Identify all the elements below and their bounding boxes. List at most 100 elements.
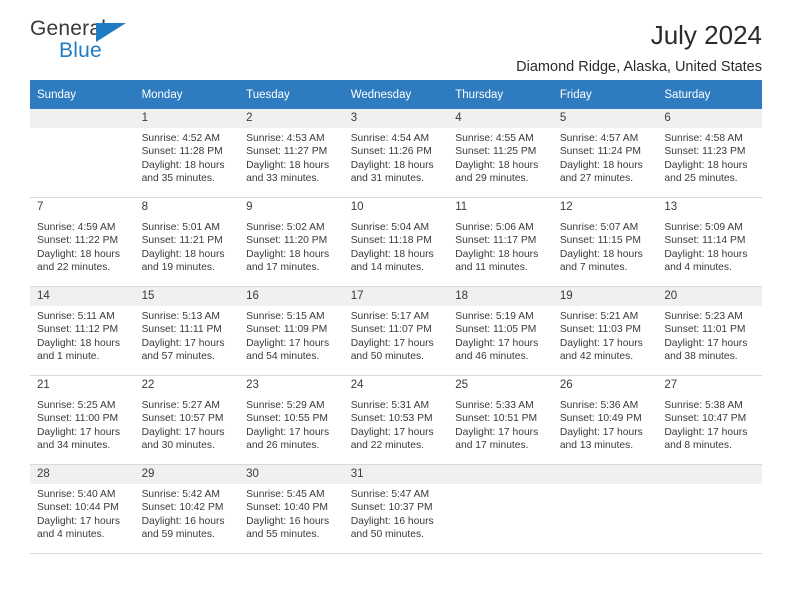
day-detail: Sunrise: 5:07 AM Sunset: 11:15 PM Daylig… [552,217,658,275]
daylight-text-line1: Daylight: 17 hours [664,337,748,349]
day-number: 2 [239,109,344,128]
day-cell[interactable]: 17 Sunrise: 5:17 AM Sunset: 11:07 PM Day… [343,286,449,376]
day-cell[interactable]: 30 Sunrise: 5:45 AM Sunset: 10:40 PM Day… [239,464,344,554]
day-number: 24 [343,376,449,395]
day-number: 1 [134,109,240,128]
day-detail: Sunrise: 5:11 AM Sunset: 11:12 PM Daylig… [30,306,135,363]
day-cell[interactable]: 8 Sunrise: 5:01 AM Sunset: 11:21 PM Dayl… [134,197,240,287]
sunset-text: Sunset: 10:40 PM [246,502,328,514]
daylight-text-line2: and 22 minutes. [350,439,424,451]
day-cell[interactable]: 2 Sunrise: 4:53 AM Sunset: 11:27 PM Dayl… [239,109,344,198]
weekday-header-tuesday: Tuesday [239,80,344,109]
day-cell[interactable]: 1 Sunrise: 4:52 AM Sunset: 11:28 PM Dayl… [134,109,240,198]
day-cell[interactable]: 14 Sunrise: 5:11 AM Sunset: 11:12 PM Day… [30,286,135,376]
day-cell[interactable]: 28 Sunrise: 5:40 AM Sunset: 10:44 PM Day… [30,464,135,554]
day-cell[interactable]: 21 Sunrise: 5:25 AM Sunset: 11:00 PM Day… [30,375,135,465]
day-cell[interactable] [552,464,658,554]
day-detail: Sunrise: 5:06 AM Sunset: 11:17 PM Daylig… [448,217,553,275]
day-detail: Sunrise: 5:09 AM Sunset: 11:14 PM Daylig… [657,217,762,275]
sunrise-text: Sunrise: 4:59 AM [37,222,116,233]
day-number: 4 [448,109,553,128]
weekday-header-friday: Friday [552,80,658,109]
day-cell[interactable]: 31 Sunrise: 5:47 AM Sunset: 10:37 PM Day… [343,464,449,554]
sunrise-text: Sunrise: 5:38 AM [664,400,743,411]
daylight-text-line1: Daylight: 17 hours [37,426,120,438]
day-number: 28 [30,465,135,484]
day-cell[interactable] [657,464,762,554]
calendar-page: General Blue July 2024 Diamond Ridge, Al… [0,0,792,612]
calendar-week-row: 7 Sunrise: 4:59 AM Sunset: 11:22 PM Dayl… [30,197,762,287]
daylight-text-line2: and 13 minutes. [559,439,634,451]
day-cell[interactable]: 27 Sunrise: 5:38 AM Sunset: 10:47 PM Day… [657,375,762,465]
calendar-week-row: 28 Sunrise: 5:40 AM Sunset: 10:44 PM Day… [30,464,762,554]
daylight-text-line1: Daylight: 16 hours [246,515,330,527]
daylight-text-line2: and 4 minutes. [37,528,105,540]
sunset-text: Sunset: 10:42 PM [141,502,224,514]
day-detail: Sunrise: 5:13 AM Sunset: 11:11 PM Daylig… [135,306,240,363]
day-cell[interactable]: 3 Sunrise: 4:54 AM Sunset: 11:26 PM Dayl… [343,109,449,198]
sunset-text: Sunset: 11:23 PM [664,146,746,158]
sunrise-text: Sunrise: 4:55 AM [455,133,534,144]
day-cell[interactable]: 24 Sunrise: 5:31 AM Sunset: 10:53 PM Day… [343,375,449,465]
day-cell[interactable]: 18 Sunrise: 5:19 AM Sunset: 11:05 PM Day… [448,286,553,376]
day-cell[interactable] [448,464,553,554]
day-cell[interactable]: 12 Sunrise: 5:07 AM Sunset: 11:15 PM Day… [552,197,658,287]
general-blue-logo: General Blue [30,18,140,66]
daylight-text-line1: Daylight: 17 hours [350,337,434,349]
day-cell[interactable]: 25 Sunrise: 5:33 AM Sunset: 10:51 PM Day… [448,375,553,465]
day-cell[interactable]: 6 Sunrise: 4:58 AM Sunset: 11:23 PM Dayl… [657,109,762,198]
sunset-text: Sunset: 11:17 PM [455,235,537,247]
daylight-text-line2: and 29 minutes. [455,172,529,184]
daylight-text-line1: Daylight: 17 hours [350,426,434,438]
calendar-body: 1 Sunrise: 4:52 AM Sunset: 11:28 PM Dayl… [30,109,762,554]
sunset-text: Sunset: 10:55 PM [246,413,328,425]
sunset-text: Sunset: 11:18 PM [350,235,432,247]
calendar-header-row: Sunday Monday Tuesday Wednesday Thursday… [30,80,762,109]
day-number: 8 [134,198,240,217]
day-cell[interactable]: 20 Sunrise: 5:23 AM Sunset: 11:01 PM Day… [657,286,762,376]
weekday-header-sunday: Sunday [30,80,135,109]
page-subtitle: Diamond Ridge, Alaska, United States [516,59,762,75]
calendar-week-row: 1 Sunrise: 4:52 AM Sunset: 11:28 PM Dayl… [30,109,762,198]
day-cell[interactable] [30,109,135,198]
day-cell[interactable]: 11 Sunrise: 5:06 AM Sunset: 11:17 PM Day… [448,197,553,287]
day-cell[interactable]: 23 Sunrise: 5:29 AM Sunset: 10:55 PM Day… [239,375,344,465]
sunrise-text: Sunrise: 4:53 AM [246,133,325,144]
day-cell[interactable]: 10 Sunrise: 5:04 AM Sunset: 11:18 PM Day… [343,197,449,287]
day-detail: Sunrise: 5:33 AM Sunset: 10:51 PM Daylig… [448,395,553,453]
page-title: July 2024 [650,20,762,50]
day-cell[interactable]: 13 Sunrise: 5:09 AM Sunset: 11:14 PM Day… [657,197,762,287]
day-cell[interactable]: 15 Sunrise: 5:13 AM Sunset: 11:11 PM Day… [134,286,240,376]
day-cell[interactable]: 7 Sunrise: 4:59 AM Sunset: 11:22 PM Dayl… [30,197,135,287]
day-detail: Sunrise: 5:29 AM Sunset: 10:55 PM Daylig… [239,395,344,453]
day-cell[interactable]: 4 Sunrise: 4:55 AM Sunset: 11:25 PM Dayl… [448,109,553,198]
day-cell[interactable]: 19 Sunrise: 5:21 AM Sunset: 11:03 PM Day… [552,286,658,376]
calendar-week-row: 21 Sunrise: 5:25 AM Sunset: 11:00 PM Day… [30,375,762,465]
day-cell[interactable]: 5 Sunrise: 4:57 AM Sunset: 11:24 PM Dayl… [552,109,658,198]
sunrise-text: Sunrise: 5:13 AM [141,311,220,322]
daylight-text-line1: Daylight: 16 hours [141,515,225,527]
daylight-text-line2: and 11 minutes. [455,261,528,273]
logo-secondary-text: Blue [59,39,102,62]
day-cell[interactable]: 29 Sunrise: 5:42 AM Sunset: 10:42 PM Day… [134,464,240,554]
day-cell[interactable]: 26 Sunrise: 5:36 AM Sunset: 10:49 PM Day… [552,375,658,465]
day-detail: Sunrise: 5:04 AM Sunset: 11:18 PM Daylig… [343,217,449,275]
day-cell[interactable]: 9 Sunrise: 5:02 AM Sunset: 11:20 PM Dayl… [239,197,344,287]
sunset-text: Sunset: 10:49 PM [559,413,642,425]
daylight-text-line1: Daylight: 18 hours [559,248,643,260]
sunset-text: Sunset: 11:15 PM [559,235,641,247]
daylight-text-line2: and 25 minutes. [664,172,738,184]
logo-primary-text: General [30,17,107,40]
sunrise-text: Sunrise: 5:19 AM [455,311,534,322]
day-number: 16 [239,287,344,306]
day-number: 7 [30,198,135,217]
daylight-text-line1: Daylight: 17 hours [559,337,643,349]
sunset-text: Sunset: 11:01 PM [664,324,746,336]
day-detail: Sunrise: 5:45 AM Sunset: 10:40 PM Daylig… [239,484,344,541]
day-cell[interactable]: 22 Sunrise: 5:27 AM Sunset: 10:57 PM Day… [134,375,240,465]
day-detail: Sunrise: 4:58 AM Sunset: 11:23 PM Daylig… [657,128,762,185]
daylight-text-line1: Daylight: 18 hours [141,159,225,171]
sunrise-text: Sunrise: 5:17 AM [350,311,430,322]
day-cell[interactable]: 16 Sunrise: 5:15 AM Sunset: 11:09 PM Day… [239,286,344,376]
daylight-text-line1: Daylight: 18 hours [37,248,120,260]
